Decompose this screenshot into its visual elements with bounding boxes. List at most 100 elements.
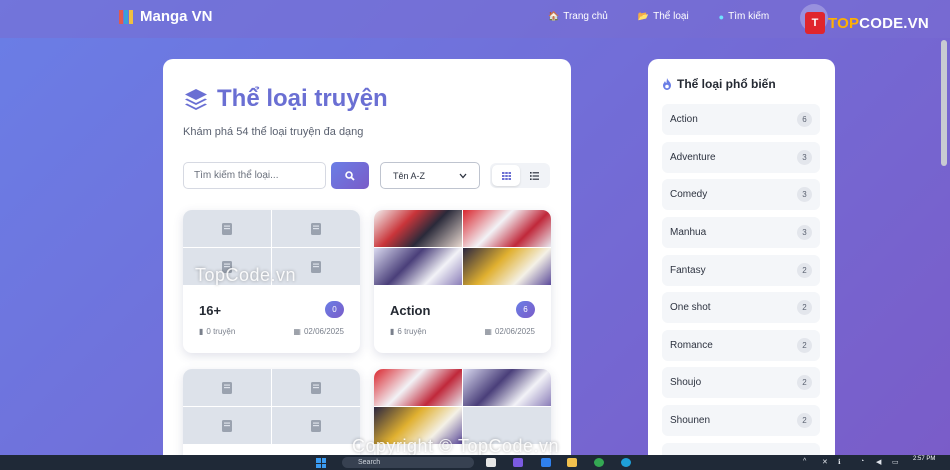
- sidebar-item-count: 3: [797, 187, 812, 202]
- category-card-action[interactable]: Action 6 ▮ 6 truyện ▦ 02/06/2025: [374, 210, 551, 353]
- brand-name: Manga VN: [140, 8, 213, 25]
- windows-start-icon[interactable]: [316, 458, 326, 468]
- folder-icon: 📂: [637, 11, 650, 21]
- sidebar-item-shoujo[interactable]: Shoujo 2: [662, 367, 820, 398]
- sidebar-item-manhua[interactable]: Manhua 3: [662, 217, 820, 248]
- taskbar-clock[interactable]: 2:57 PM: [913, 456, 935, 463]
- card-title: 16+: [199, 303, 222, 318]
- manga-cover-image: [374, 210, 462, 247]
- tray-icon[interactable]: ℹ: [838, 458, 846, 466]
- sidebar-item-count: 3: [797, 225, 812, 240]
- sidebar-item-count: 2: [797, 338, 812, 353]
- sidebar-item-count: 3: [797, 150, 812, 165]
- chevron-down-icon: [459, 173, 467, 178]
- network-icon[interactable]: ◔: [860, 458, 868, 466]
- view-toggle: [490, 163, 550, 188]
- sidebar-title-text: Thể loại phổ biến: [677, 77, 776, 91]
- page-scrollbar[interactable]: [941, 40, 947, 166]
- card-title: Action: [390, 303, 431, 318]
- watermark-top: TopCode.vn: [195, 265, 297, 285]
- book-small-icon: ▮: [390, 327, 395, 336]
- nav-search[interactable]: ● Tìm kiếm: [719, 11, 770, 22]
- manga-cover-image: [374, 248, 462, 285]
- sidebar-item-label: Shoujo: [670, 377, 702, 388]
- sort-selected: Tên A-Z: [393, 170, 426, 181]
- sort-select[interactable]: Tên A-Z: [380, 162, 480, 189]
- nav-home[interactable]: 🏠 Trang chủ: [548, 11, 608, 22]
- search-button[interactable]: [331, 162, 369, 189]
- tray-chevron-icon[interactable]: ^: [803, 458, 811, 466]
- sidebar-item-action[interactable]: Action 6: [662, 104, 820, 135]
- card-count-badge: 6: [516, 301, 535, 318]
- card-story-count: ▮ 0 truyện: [199, 327, 236, 336]
- book-icon: [183, 407, 271, 444]
- edge-icon[interactable]: [621, 458, 631, 467]
- card-story-count: ▮ 6 truyện: [390, 327, 427, 336]
- book-icon: [272, 210, 360, 247]
- sidebar-title: Thể loại phổ biến: [662, 77, 776, 91]
- sidebar-item-adventure[interactable]: Adventure 3: [662, 142, 820, 173]
- nav-home-label: Trang chủ: [563, 11, 608, 22]
- card-thumbnails: [374, 210, 551, 285]
- sidebar-item-count: 2: [797, 263, 812, 278]
- topcode-logo: T TOPCODE.VN: [805, 12, 929, 34]
- card-thumbnails: [374, 369, 551, 444]
- nav-categories[interactable]: 📂 Thể loại: [638, 11, 689, 22]
- manga-cover-image: [463, 248, 551, 285]
- book-icon: [272, 407, 360, 444]
- taskbar-app-icon[interactable]: [486, 458, 496, 467]
- topcode-logo-mark: T: [805, 12, 825, 34]
- os-taskbar: Search ^ ✕ ℹ ◔ ◀ ▭ 2:57 PM: [0, 455, 950, 470]
- card-date: ▦ 02/06/2025: [484, 327, 535, 336]
- list-view-button[interactable]: [520, 165, 548, 186]
- sidebar-item-label: Romance: [670, 340, 713, 351]
- manga-cover-image: [463, 210, 551, 247]
- sidebar-item-label: Adventure: [670, 152, 716, 163]
- main-nav: 🏠 Trang chủ 📂 Thể loại ● Tìm kiếm: [548, 11, 799, 22]
- taskbar-app-icon[interactable]: [513, 458, 523, 467]
- calendar-icon: ▦: [293, 327, 301, 336]
- list-icon: [529, 171, 539, 180]
- sidebar-item-shounen[interactable]: Shounen 2: [662, 405, 820, 436]
- manga-cover-image: [463, 369, 551, 406]
- folder-icon[interactable]: [567, 458, 577, 467]
- layers-icon: [185, 89, 207, 110]
- books-icon: [119, 9, 134, 24]
- book-icon: [183, 369, 271, 406]
- sidebar-item-romance[interactable]: Romance 2: [662, 330, 820, 361]
- sidebar-item-label: Manhua: [670, 227, 707, 238]
- home-icon: 🏠: [548, 11, 560, 21]
- calendar-icon: ▦: [484, 327, 492, 336]
- card-date: ▦ 02/06/2025: [293, 327, 344, 336]
- sidebar-item-label: Comedy: [670, 189, 708, 200]
- volume-icon[interactable]: ◀: [876, 458, 884, 466]
- magnifier-icon: [345, 170, 355, 181]
- chrome-icon[interactable]: [594, 458, 604, 467]
- category-search-input[interactable]: Tìm kiếm thể loại...: [183, 162, 326, 189]
- taskbar-app-icon[interactable]: [541, 458, 551, 467]
- manga-cover-image: [374, 369, 462, 406]
- sidebar-item-count: 2: [797, 413, 812, 428]
- sidebar-item-comedy[interactable]: Comedy 3: [662, 179, 820, 210]
- taskbar-search[interactable]: Search: [342, 457, 474, 468]
- sidebar-item-one-shot[interactable]: One shot 2: [662, 292, 820, 323]
- book-icon: [272, 369, 360, 406]
- topcode-logo-text: TOPCODE.VN: [828, 14, 929, 32]
- nav-search-label: Tìm kiếm: [728, 11, 770, 22]
- sidebar-item-count: 2: [797, 375, 812, 390]
- card-thumbnails: [183, 369, 360, 444]
- sidebar-item-count: 2: [797, 300, 812, 315]
- page-title: Thể loại truyện: [183, 85, 388, 113]
- book-icon: [183, 210, 271, 247]
- battery-icon[interactable]: ▭: [892, 458, 900, 466]
- search-icon: ●: [718, 11, 725, 22]
- brand-link[interactable]: Manga VN: [119, 8, 213, 25]
- tray-icon[interactable]: ✕: [822, 458, 830, 466]
- sidebar-item-label: Shounen: [670, 415, 711, 426]
- page-title-text: Thể loại truyện: [217, 85, 388, 112]
- search-placeholder: Tìm kiếm thể loại...: [194, 170, 279, 181]
- book-small-icon: ▮: [199, 327, 204, 336]
- grid-view-button[interactable]: [492, 165, 520, 186]
- sidebar-item-fantasy[interactable]: Fantasy 2: [662, 255, 820, 286]
- card-count-badge: 0: [325, 301, 344, 318]
